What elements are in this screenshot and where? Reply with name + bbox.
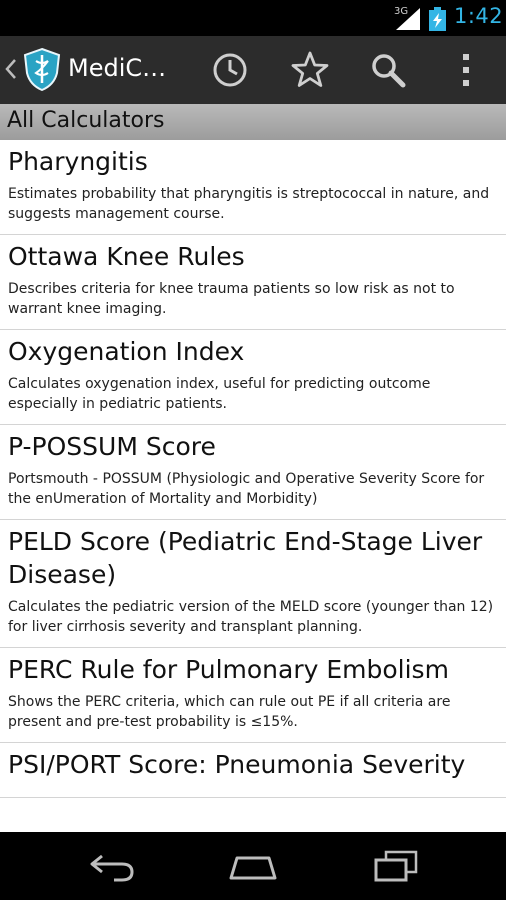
nav-back-icon[interactable] [84,846,140,886]
item-description: Portsmouth - POSSUM (Physiologic and Ope… [8,471,485,507]
item-description: Shows the PERC criteria, which can rule … [8,694,451,730]
item-title: P-POSSUM Score [8,432,216,461]
status-bar: 3G 1:42 [0,0,506,36]
navigation-bar [0,832,506,900]
item-title: PSI/PORT Score: Pneumonia Severity [8,750,466,779]
item-title: Ottawa Knee Rules [8,242,245,271]
search-icon[interactable] [368,50,408,90]
list-item[interactable]: PSI/PORT Score: Pneumonia Severity [0,743,506,798]
item-description: Calculates the pediatric version of the … [8,599,494,635]
battery-charging-icon [429,7,446,31]
list-item[interactable]: PERC Rule for Pulmonary Embolism Shows t… [0,648,506,743]
nav-recent-apps-icon[interactable] [368,846,424,886]
section-header-label: All Calculators [7,108,165,133]
list-item[interactable]: Ottawa Knee Rules Describes criteria for… [0,235,506,330]
nav-home-icon[interactable] [225,846,281,886]
calculator-list[interactable]: Pharyngitis Estimates probability that p… [0,140,506,832]
back-chevron-icon[interactable] [4,58,18,80]
clock-time: 1:42 [454,4,504,28]
history-clock-icon[interactable] [210,50,250,90]
list-item[interactable]: Pharyngitis Estimates probability that p… [0,140,506,235]
overflow-menu-icon[interactable] [446,50,486,90]
item-description: Estimates probability that pharyngitis i… [8,186,490,222]
item-title: Oxygenation Index [8,337,245,366]
signal-icon [396,8,420,30]
list-item[interactable]: PELD Score (Pediatric End-Stage Liver Di… [0,520,506,648]
app-title: MediC… [68,54,167,82]
list-item[interactable]: Oxygenation Index Calculates oxygenation… [0,330,506,425]
item-description: Describes criteria for knee trauma patie… [8,281,455,317]
item-title: PELD Score (Pediatric End-Stage Liver Di… [8,527,483,589]
item-description: Calculates oxygenation index, useful for… [8,376,431,412]
favorites-star-icon[interactable] [290,50,330,90]
action-bar: MediC… [0,36,506,105]
list-item[interactable]: P-POSSUM Score Portsmouth - POSSUM (Phys… [0,425,506,520]
item-title: PERC Rule for Pulmonary Embolism [8,655,449,684]
item-title: Pharyngitis [8,147,148,176]
app-logo-icon[interactable] [22,47,62,91]
section-header: All Calculators [0,104,506,141]
